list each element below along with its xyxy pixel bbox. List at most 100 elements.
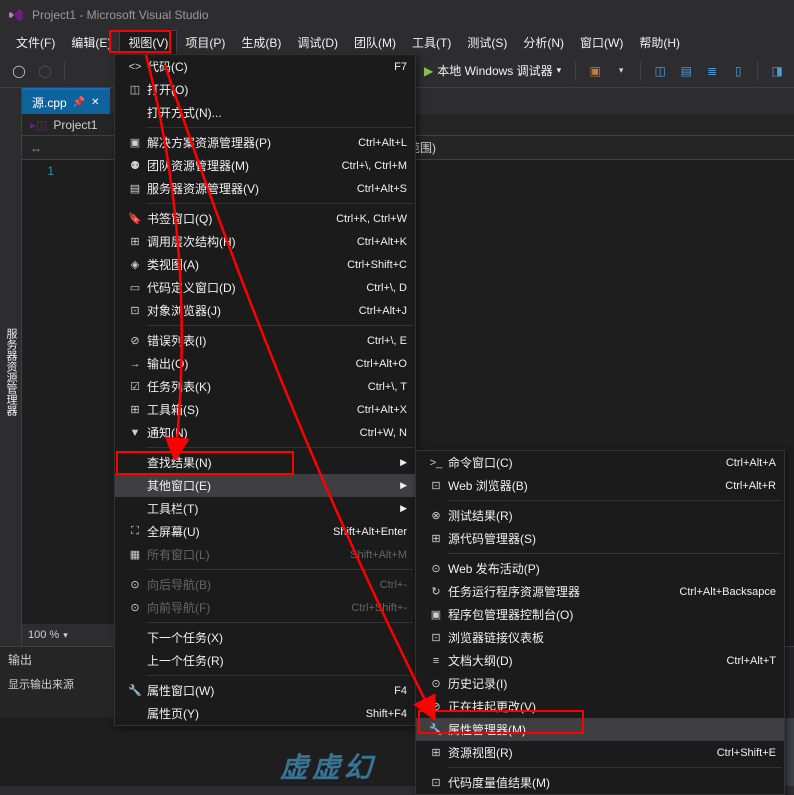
menu-item[interactable]: ⊗测试结果(R)	[416, 504, 784, 527]
menu-item-shortcut: Ctrl+\, E	[367, 335, 407, 347]
menu-item[interactable]: ⊙Web 发布活动(P)	[416, 557, 784, 580]
menu-item: ⊙向后导航(B)Ctrl+-	[115, 573, 415, 596]
menu-item-label: 任务运行程序资源管理器	[448, 583, 667, 600]
menu-item-icon: ▣	[424, 608, 448, 621]
submenu-arrow-icon: ▶	[400, 457, 407, 468]
nav-back-icon[interactable]: ◯	[8, 60, 30, 82]
menu-item[interactable]: ▭代码定义窗口(D)Ctrl+\, D	[115, 276, 415, 299]
menu-item[interactable]: ⊡Web 浏览器(B)Ctrl+Alt+R	[416, 474, 784, 497]
close-icon[interactable]: ✕	[91, 97, 99, 108]
menu-item[interactable]: 视图(V)	[119, 30, 177, 55]
menu-item[interactable]: 🔧属性管理器(M)	[416, 718, 784, 741]
menu-item[interactable]: 工具栏(T)▶	[115, 497, 415, 520]
menu-item-icon: 🔧	[424, 723, 448, 736]
menu-item[interactable]: 🔧属性窗口(W)F4	[115, 679, 415, 702]
menu-item[interactable]: 调试(D)	[289, 31, 346, 54]
toolbar-icon-5[interactable]: ▯	[727, 60, 749, 82]
menu-item[interactable]: ☑任务列表(K)Ctrl+\, T	[115, 375, 415, 398]
menu-item[interactable]: 工具(T)	[404, 31, 459, 54]
menu-item[interactable]: ⊡浏览器链接仪表板	[416, 626, 784, 649]
chevron-down-icon[interactable]: ▾	[610, 60, 632, 82]
menu-item[interactable]: ▼通知(N)Ctrl+W, N	[115, 421, 415, 444]
toolbar-icon-6[interactable]: ◨	[766, 60, 788, 82]
menu-item[interactable]: 生成(B)	[233, 31, 289, 54]
menu-separator	[448, 500, 782, 501]
menu-item[interactable]: ⊡代码度量值结果(M)	[416, 771, 784, 794]
menu-item[interactable]: ◫打开(O)	[115, 78, 415, 101]
menu-item[interactable]: 查找结果(N)▶	[115, 451, 415, 474]
menu-item-icon: ⊡	[424, 479, 448, 492]
menu-item-label: 测试结果(R)	[448, 507, 776, 524]
menu-item[interactable]: 属性页(Y)Shift+F4	[115, 702, 415, 725]
toolbar-icon-2[interactable]: ◫	[649, 60, 671, 82]
toolbar-icon-1[interactable]: ▣	[584, 60, 606, 82]
menu-item-shortcut: Ctrl+\, D	[366, 282, 407, 294]
menu-item[interactable]: ⊙历史记录(I)	[416, 672, 784, 695]
menu-item[interactable]: ⚉团队资源管理器(M)Ctrl+\, Ctrl+M	[115, 154, 415, 177]
menu-item[interactable]: 项目(P)	[177, 31, 233, 54]
menu-item-shortcut: Ctrl+Alt+J	[359, 305, 407, 317]
left-sidebar: 服务器资源管理器 工具箱	[0, 88, 22, 648]
menu-item: ⊙向前导航(F)Ctrl+Shift+-	[115, 596, 415, 619]
menu-item[interactable]: ≡文档大纲(D)Ctrl+Alt+T	[416, 649, 784, 672]
menu-item[interactable]: ↻任务运行程序资源管理器Ctrl+Alt+Backsapce	[416, 580, 784, 603]
menu-item[interactable]: <>代码(C)F7	[115, 55, 415, 78]
menu-item[interactable]: ⊞源代码管理器(S)	[416, 527, 784, 550]
menu-item-label: 源代码管理器(S)	[448, 530, 776, 547]
menu-item[interactable]: ⊞调用层次结构(H)Ctrl+Alt+K	[115, 230, 415, 253]
start-debug-button[interactable]: ▶ 本地 Windows 调试器 ▾	[418, 60, 567, 81]
menu-item-label: 代码(C)	[147, 58, 382, 75]
menu-item[interactable]: 打开方式(N)...	[115, 101, 415, 124]
zoom-control[interactable]: 100 % ▾	[22, 624, 122, 646]
menu-item-icon: ⊗	[424, 509, 448, 522]
menu-separator	[147, 447, 413, 448]
project-label[interactable]: Project1	[53, 118, 97, 132]
menu-item-icon: ↻	[424, 585, 448, 598]
play-icon: ▶	[424, 64, 433, 78]
menu-item[interactable]: ▤服务器资源管理器(V)Ctrl+Alt+S	[115, 177, 415, 200]
line-number: 1	[30, 164, 54, 178]
menu-item[interactable]: ◈类视图(A)Ctrl+Shift+C	[115, 253, 415, 276]
menu-item-icon: <>	[123, 61, 147, 73]
menu-item[interactable]: 其他窗口(E)▶	[115, 474, 415, 497]
menu-item[interactable]: 帮助(H)	[631, 31, 688, 54]
menu-item[interactable]: ⛶全屏幕(U)Shift+Alt+Enter	[115, 520, 415, 543]
menu-item[interactable]: >_命令窗口(C)Ctrl+Alt+A	[416, 451, 784, 474]
menu-item[interactable]: 团队(M)	[346, 31, 404, 54]
menu-item[interactable]: 🔖书签窗口(Q)Ctrl+K, Ctrl+W	[115, 207, 415, 230]
menu-item[interactable]: 上一个任务(R)	[115, 649, 415, 672]
submenu-arrow-icon: ▶	[400, 503, 407, 514]
menu-item[interactable]: ⊘错误列表(I)Ctrl+\, E	[115, 329, 415, 352]
menu-item[interactable]: ⊘正在挂起更改(V)	[416, 695, 784, 718]
menu-item[interactable]: ⊞工具箱(S)Ctrl+Alt+X	[115, 398, 415, 421]
menu-item[interactable]: 下一个任务(X)	[115, 626, 415, 649]
menu-item-label: 命令窗口(C)	[448, 454, 714, 471]
menu-item-shortcut: Ctrl+Alt+R	[725, 480, 776, 492]
menu-item-icon: ⊘	[123, 334, 147, 347]
menu-item-label: 向前导航(F)	[147, 599, 339, 616]
menu-item[interactable]: 分析(N)	[515, 31, 572, 54]
menu-item[interactable]: ▣解决方案资源管理器(P)Ctrl+Alt+L	[115, 131, 415, 154]
file-tab[interactable]: 源.cpp 📌 ✕	[22, 88, 110, 114]
menu-item[interactable]: 编辑(E)	[63, 31, 119, 54]
menu-item-label: 其他窗口(E)	[147, 477, 407, 494]
menu-item[interactable]: →输出(O)Ctrl+Alt+O	[115, 352, 415, 375]
toolbar-icon-3[interactable]: ▤	[675, 60, 697, 82]
menu-item[interactable]: 窗口(W)	[572, 31, 631, 54]
menu-item-label: 文档大纲(D)	[448, 652, 714, 669]
menu-item-icon: ▤	[123, 182, 147, 195]
nav-left-icon[interactable]: ↔	[30, 141, 42, 155]
pin-icon[interactable]: 📌	[73, 97, 85, 108]
menu-item-shortcut: Ctrl+\, T	[368, 381, 407, 393]
nav-fwd-icon: ◯	[34, 60, 56, 82]
menu-separator	[147, 203, 413, 204]
toolbar-icon-4[interactable]: ≣	[701, 60, 723, 82]
menu-item[interactable]: 文件(F)	[8, 31, 63, 54]
server-explorer-tab[interactable]: 服务器资源管理器	[1, 324, 21, 420]
menu-item[interactable]: 测试(S)	[459, 31, 515, 54]
menu-item[interactable]: ▣程序包管理器控制台(O)	[416, 603, 784, 626]
line-gutter: 1	[22, 160, 62, 182]
menu-item-shortcut: Ctrl+Shift+E	[717, 747, 776, 759]
menu-item[interactable]: ⊡对象浏览器(J)Ctrl+Alt+J	[115, 299, 415, 322]
menu-item[interactable]: ⊞资源视图(R)Ctrl+Shift+E	[416, 741, 784, 764]
